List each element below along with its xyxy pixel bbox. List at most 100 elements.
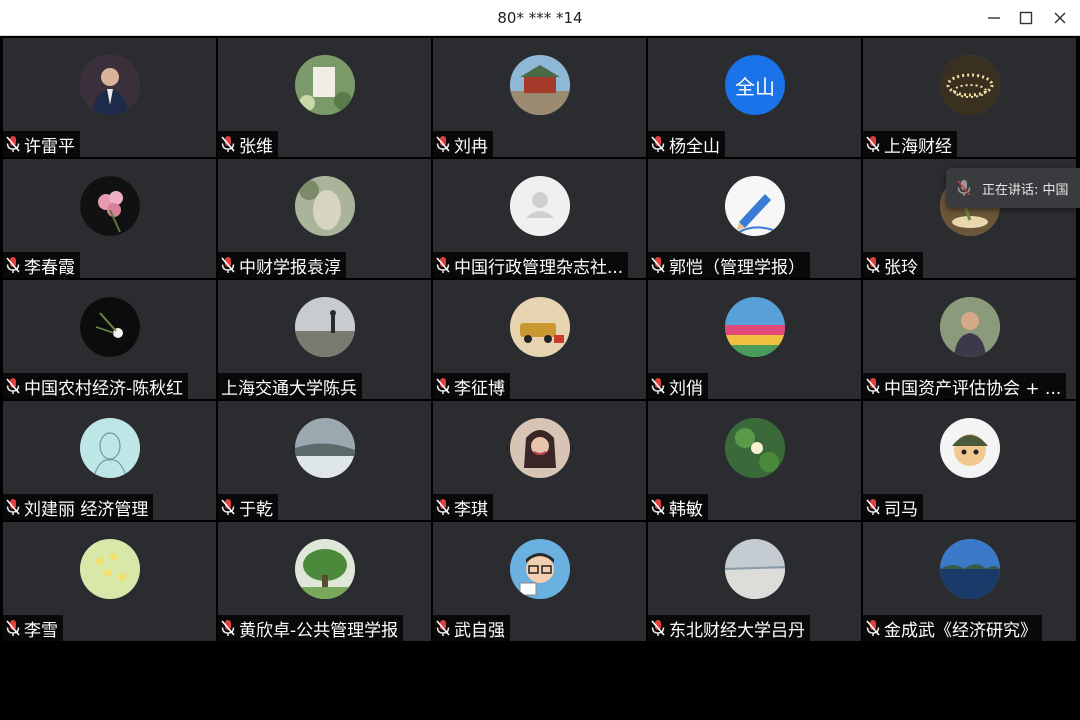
avatar <box>80 55 140 115</box>
avatar <box>295 176 355 236</box>
avatar <box>80 176 140 236</box>
participant-tile[interactable]: 刘建丽 经济管理 <box>3 401 216 520</box>
participant-name: 刘俏 <box>669 378 703 399</box>
mic-muted-icon[interactable] <box>220 256 236 274</box>
mic-muted-icon[interactable] <box>865 256 881 274</box>
participant-name: 李琪 <box>454 499 488 520</box>
avatar <box>510 418 570 478</box>
participant-tile[interactable]: 韩敏 <box>648 401 861 520</box>
window-titlebar: 80* *** *14 <box>0 0 1080 36</box>
participant-tile[interactable]: 李征博 <box>433 280 646 399</box>
participant-tile[interactable]: 许雷平 <box>3 38 216 157</box>
avatar: 全山 <box>725 55 785 115</box>
mic-muted-icon[interactable] <box>5 135 21 153</box>
mic-muted-icon[interactable] <box>865 619 881 637</box>
mic-muted-icon[interactable] <box>865 135 881 153</box>
participant-tile[interactable]: 中财学报袁淳 <box>218 159 431 278</box>
maximize-icon[interactable] <box>1009 0 1043 36</box>
participant-tile[interactable]: 张维 <box>218 38 431 157</box>
name-label: 中国资产评估协会 + ... <box>863 373 1067 399</box>
speaking-indicator: 正在讲话: 中国 <box>946 168 1080 208</box>
participant-tile[interactable]: 上海财经 <box>863 38 1076 157</box>
mic-muted-icon[interactable] <box>650 377 666 395</box>
participant-name: 张玲 <box>884 257 918 278</box>
avatar <box>80 418 140 478</box>
mic-muted-icon[interactable] <box>435 377 451 395</box>
avatar <box>510 176 570 236</box>
participant-tile[interactable]: 黄欣卓-公共管理学报 <box>218 522 431 641</box>
participant-name: 中国农村经济-陈秋红 <box>24 378 184 399</box>
participant-tile[interactable]: 李春霞 <box>3 159 216 278</box>
participant-tile[interactable]: 司马 <box>863 401 1076 520</box>
participant-tile[interactable]: 武自强 <box>433 522 646 641</box>
participant-name: 韩敏 <box>669 499 703 520</box>
mic-muted-icon[interactable] <box>650 256 666 274</box>
participant-tile[interactable]: 李琪 <box>433 401 646 520</box>
mic-muted-icon[interactable] <box>5 498 21 516</box>
avatar <box>725 539 785 599</box>
avatar <box>510 297 570 357</box>
participant-tile[interactable]: 金成武《经济研究》 <box>863 522 1076 641</box>
name-label: 李春霞 <box>3 252 80 278</box>
name-label: 李雪 <box>3 615 63 641</box>
mic-muted-icon[interactable] <box>435 256 451 274</box>
participant-tile[interactable]: 中国行政管理杂志社... <box>433 159 646 278</box>
participant-tile[interactable]: 于乾 <box>218 401 431 520</box>
participant-name: 中国行政管理杂志社... <box>454 257 624 278</box>
participant-name: 刘建丽 经济管理 <box>24 499 149 520</box>
mic-muted-icon[interactable] <box>220 135 236 153</box>
participant-name: 上海财经 <box>884 136 952 157</box>
participant-name: 李春霞 <box>24 257 75 278</box>
mic-muted-icon[interactable] <box>220 498 236 516</box>
avatar <box>510 55 570 115</box>
avatar <box>295 55 355 115</box>
name-label: 武自强 <box>433 615 510 641</box>
participant-tile[interactable]: 刘俏 <box>648 280 861 399</box>
name-label: 上海财经 <box>863 131 957 157</box>
participant-tile[interactable]: 郭恺（管理学报） <box>648 159 861 278</box>
mic-muted-icon[interactable] <box>650 619 666 637</box>
participant-tile[interactable]: 上海交通大学陈兵 <box>218 280 431 399</box>
name-label: 东北财经大学吕丹 <box>648 615 810 641</box>
participant-tile[interactable]: 东北财经大学吕丹 <box>648 522 861 641</box>
participant-name: 武自强 <box>454 620 505 641</box>
close-icon[interactable] <box>1043 0 1077 36</box>
participant-name: 张维 <box>239 136 273 157</box>
avatar-initials: 全山 <box>735 74 775 99</box>
mic-muted-icon[interactable] <box>650 135 666 153</box>
mic-muted-icon[interactable] <box>865 377 881 395</box>
participant-tile[interactable]: 中国资产评估协会 + ... <box>863 280 1076 399</box>
participant-tile[interactable]: 全山 杨全山 <box>648 38 861 157</box>
mic-muted-icon[interactable] <box>865 498 881 516</box>
participant-tile[interactable]: 刘冉 <box>433 38 646 157</box>
participant-name: 司马 <box>884 499 918 520</box>
participant-name: 于乾 <box>239 499 273 520</box>
mic-muted-icon[interactable] <box>5 256 21 274</box>
mic-muted-icon[interactable] <box>435 619 451 637</box>
name-label: 李征博 <box>433 373 510 399</box>
participant-name: 李征博 <box>454 378 505 399</box>
avatar <box>295 418 355 478</box>
name-label: 上海交通大学陈兵 <box>218 373 362 399</box>
mic-muted-icon[interactable] <box>435 498 451 516</box>
participant-tile[interactable]: 中国农村经济-陈秋红 <box>3 280 216 399</box>
speaking-text: 正在讲话: 中国 <box>982 182 1069 198</box>
avatar <box>725 418 785 478</box>
participant-name: 许雷平 <box>24 136 75 157</box>
mic-muted-icon[interactable] <box>5 377 21 395</box>
mic-muted-icon[interactable] <box>650 498 666 516</box>
name-label: 许雷平 <box>3 131 80 157</box>
avatar <box>940 55 1000 115</box>
window-title: 80* *** *14 <box>497 9 583 27</box>
mic-muted-icon[interactable] <box>220 619 236 637</box>
mic-muted-icon[interactable] <box>5 619 21 637</box>
name-label: 刘俏 <box>648 373 708 399</box>
mic-muted-icon[interactable] <box>435 135 451 153</box>
avatar <box>80 539 140 599</box>
avatar <box>940 297 1000 357</box>
participant-name: 东北财经大学吕丹 <box>669 620 805 641</box>
name-label: 刘冉 <box>433 131 493 157</box>
name-label: 中国农村经济-陈秋红 <box>3 373 189 399</box>
minimize-icon[interactable] <box>977 0 1011 36</box>
participant-tile[interactable]: 李雪 <box>3 522 216 641</box>
